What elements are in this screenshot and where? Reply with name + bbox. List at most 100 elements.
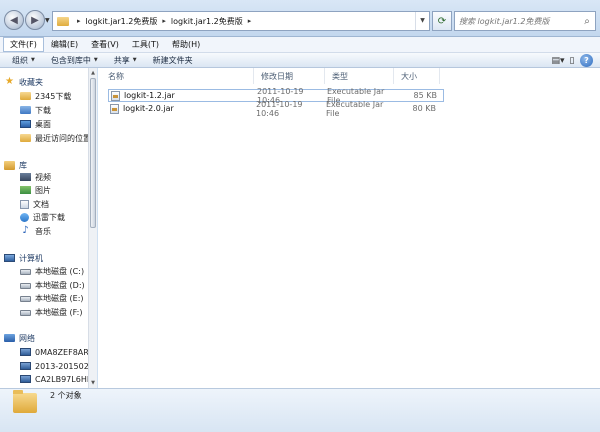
nav-label: 本地磁盘 (C:) [35, 266, 85, 276]
menu-help[interactable]: 帮助(H) [166, 38, 206, 51]
thunder-icon [20, 212, 29, 222]
menu-edit[interactable]: 编辑(E) [45, 38, 84, 51]
address-bar[interactable]: ▸ logkit.jar1.2免费版 ▸ logkit.jar1.2免费版 ▸ … [52, 11, 430, 31]
details-pane: 2 个对象 [0, 388, 600, 432]
column-header-date[interactable]: 修改日期 [255, 68, 325, 84]
navigation-pane: ★ 收藏夹 2345下载 下载 桌面 最近访问的位置 库 视频 图片 文档 迅雷… [0, 68, 97, 388]
nav-item-drive-e[interactable]: 本地磁盘 (E:) [20, 292, 84, 304]
preview-pane-icon[interactable]: ▯ [566, 54, 578, 67]
nav-item-network-pc-2[interactable]: 2013-20150228 [20, 360, 96, 372]
nav-label: 图片 [35, 185, 51, 195]
nav-item-network-pc-1[interactable]: 0MA8ZEF8ARM [20, 346, 96, 358]
scroll-thumb[interactable] [90, 78, 96, 228]
chevron-down-icon: ▼ [132, 57, 137, 63]
drive-icon [20, 296, 31, 302]
back-button[interactable]: ◀ [4, 10, 24, 30]
chevron-right-icon[interactable]: ▸ [248, 17, 252, 25]
file-name-cell: logkit-2.0.jar [108, 103, 256, 114]
file-size: 80 KB [412, 104, 436, 113]
share-button[interactable]: 共享 ▼ [114, 55, 137, 66]
nav-item-videos[interactable]: 视频 [20, 171, 51, 183]
nav-computer[interactable]: 计算机 [4, 252, 43, 264]
help-icon[interactable]: ? [580, 54, 593, 67]
navigation-scrollbar[interactable]: ▲ ▼ [88, 68, 97, 388]
nav-label: 本地磁盘 (D:) [35, 280, 85, 290]
network-icon [4, 334, 15, 342]
search-input[interactable] [455, 13, 579, 29]
nav-item-documents[interactable]: 文档 [20, 198, 49, 210]
column-header-name[interactable]: 名称 [102, 68, 254, 84]
menu-view[interactable]: 查看(V) [85, 38, 125, 51]
nav-item-drive-c[interactable]: 本地磁盘 (C:) [20, 265, 84, 277]
drive-icon [20, 269, 31, 275]
view-options-icon[interactable]: ▤▾ [548, 54, 568, 67]
include-in-library-button[interactable]: 包含到库中 ▼ [51, 55, 98, 66]
forward-button[interactable]: ▶ [25, 10, 45, 30]
file-name: logkit-2.0.jar [123, 104, 174, 113]
nav-item-desktop[interactable]: 桌面 [20, 118, 51, 130]
menu-tools[interactable]: 工具(T) [126, 38, 165, 51]
nav-libraries[interactable]: 库 [4, 159, 27, 171]
file-row[interactable]: logkit-2.0.jar 2011-10-19 10:46 Executab… [108, 100, 444, 118]
include-label: 包含到库中 [50, 55, 91, 65]
scroll-up-icon[interactable]: ▲ [89, 68, 97, 78]
menu-file[interactable]: 文件(F) [3, 37, 44, 52]
drive-icon [20, 310, 31, 316]
chevron-right-icon[interactable]: ▸ [77, 17, 81, 25]
file-name: logkit-1.2.jar [124, 91, 175, 100]
new-folder-button[interactable]: 新建文件夹 [153, 55, 193, 66]
nav-item-music[interactable]: ♪ 音乐 [20, 225, 51, 237]
folder-icon [13, 390, 37, 413]
share-label: 共享 [113, 55, 130, 65]
nav-label: 下载 [35, 105, 51, 115]
nav-item-thunder-downloads[interactable]: 迅雷下载 [20, 211, 65, 223]
music-icon: ♪ [22, 225, 29, 236]
star-icon: ★ [5, 76, 14, 87]
search-icon[interactable]: ⌕ [579, 16, 595, 27]
breadcrumb-item[interactable]: logkit.jar1.2免费版 [86, 16, 158, 27]
nav-label: 收藏夹 [19, 77, 43, 87]
downloads-folder-icon [20, 106, 31, 114]
nav-label: 文档 [33, 199, 49, 209]
chevron-right-icon[interactable]: ▸ [162, 17, 166, 25]
nav-item-drive-d[interactable]: 本地磁盘 (D:) [20, 279, 85, 291]
item-count: 2 个对象 [50, 391, 82, 400]
nav-label: 视频 [35, 172, 51, 182]
nav-label: 计算机 [19, 253, 43, 263]
recent-pages-dropdown[interactable]: ▼ [45, 17, 50, 24]
menu-bar: 文件(F) 编辑(E) 查看(V) 工具(T) 帮助(H) [0, 37, 600, 53]
chevron-down-icon: ▼ [31, 57, 35, 63]
file-size: 85 KB [413, 91, 437, 100]
nav-item-pictures[interactable]: 图片 [20, 184, 51, 196]
file-list: 名称 修改日期 类型 大小 logkit-1.2.jar 2011-10-19 … [98, 68, 600, 388]
nav-label: 音乐 [35, 226, 51, 236]
desktop-icon [20, 120, 31, 128]
nav-item-drive-f[interactable]: 本地磁盘 (F:) [20, 306, 82, 318]
nav-network[interactable]: 网络 [4, 332, 35, 344]
organize-button[interactable]: 组织 ▼ [12, 55, 35, 66]
search-box[interactable]: ⌕ [454, 11, 596, 31]
computer-icon [20, 348, 31, 356]
scroll-down-icon[interactable]: ▼ [89, 378, 97, 388]
library-icon [4, 160, 15, 170]
refresh-button[interactable]: ⟳ [432, 11, 452, 31]
chevron-down-icon[interactable]: ▼ [415, 12, 429, 30]
jar-file-icon [110, 103, 119, 114]
folder-icon [57, 16, 69, 26]
address-toolbar: ◀ ▶ ▼ ▸ logkit.jar1.2免费版 ▸ logkit.jar1.2… [0, 0, 600, 37]
nav-label: 最近访问的位置 [35, 133, 91, 143]
nav-item-recent-places[interactable]: 最近访问的位置 [20, 132, 91, 144]
nav-item-network-pc-3[interactable]: CA2LB97L6HR9 [20, 373, 96, 385]
breadcrumb-item[interactable]: logkit.jar1.2免费版 [171, 16, 243, 27]
nav-label: 网络 [19, 333, 35, 343]
nav-label: 迅雷下载 [33, 212, 65, 222]
nav-label: 0MA8ZEF8ARM [35, 347, 96, 357]
document-icon [20, 199, 29, 209]
nav-favorites[interactable]: ★ 收藏夹 [4, 76, 43, 88]
column-header-type[interactable]: 类型 [326, 68, 394, 84]
column-header-size[interactable]: 大小 [395, 68, 440, 84]
nav-item-2345-downloads[interactable]: 2345下载 [20, 90, 71, 102]
video-icon [20, 173, 31, 181]
refresh-icon: ⟳ [437, 15, 447, 27]
nav-item-downloads[interactable]: 下载 [20, 104, 51, 116]
